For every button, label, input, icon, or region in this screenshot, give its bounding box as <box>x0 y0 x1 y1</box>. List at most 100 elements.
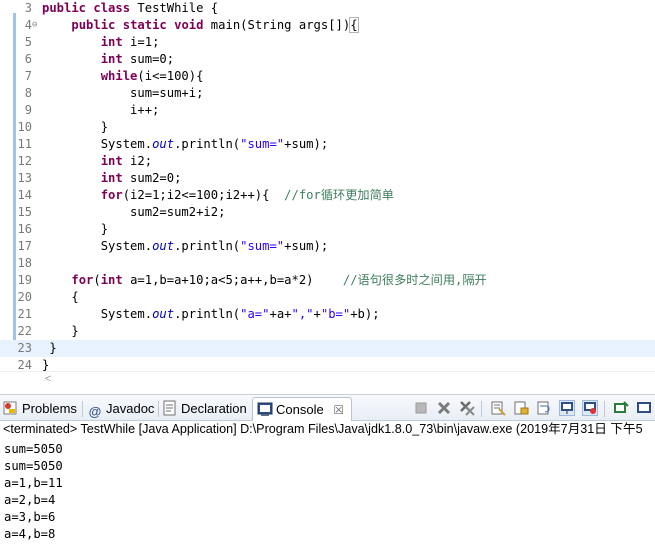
console-output[interactable]: sum=5050 sum=5050 a=1,b=11 a=2,b=4 a=3,b=6 a=… <box>0 440 655 551</box>
code-text[interactable]: sum=sum+i; <box>42 85 203 102</box>
code-line[interactable]: 15 sum2=sum2+i2; <box>0 204 655 221</box>
code-text[interactable]: } <box>42 119 108 136</box>
code-line[interactable]: 8 sum=sum+i; <box>0 85 655 102</box>
tab-declaration[interactable]: Declaration <box>162 397 247 421</box>
line-number: 23 <box>17 341 32 355</box>
console-output-line: sum=5050 <box>4 442 63 456</box>
code-text[interactable]: } <box>42 340 56 357</box>
line-number: 11 <box>17 137 32 151</box>
code-line[interactable]: 12 int i2; <box>0 153 655 170</box>
console-icon <box>257 401 273 417</box>
toolbar-divider <box>481 401 482 417</box>
code-text[interactable]: int i2; <box>42 153 152 170</box>
code-line[interactable]: 19 for(int a=1,b=a+10;a<5;a++,b=a*2) //语… <box>0 272 655 289</box>
line-number: 3 <box>24 1 32 15</box>
code-text[interactable]: } <box>42 323 78 340</box>
code-line[interactable]: 11 System.out.println("sum="+sum); <box>0 136 655 153</box>
line-number: 4 <box>24 18 32 32</box>
code-text[interactable]: while(i<=100){ <box>42 68 204 85</box>
code-line[interactable]: 22 } <box>0 323 655 340</box>
code-line[interactable]: 16 } <box>0 221 655 238</box>
line-number: 8 <box>24 86 32 100</box>
line-number: 13 <box>17 171 32 185</box>
code-line[interactable]: 18 <box>0 255 655 272</box>
javadoc-icon: @ <box>88 404 102 419</box>
code-text[interactable]: public static void main(String args[]){ <box>42 17 359 34</box>
code-line[interactable]: 13 int sum2=0; <box>0 170 655 187</box>
code-line[interactable]: 5 int i=1; <box>0 34 655 51</box>
tab-problems-label: Problems <box>22 401 77 416</box>
code-text[interactable]: System.out.println("sum="+sum); <box>42 238 329 255</box>
scroll-left-arrow-icon[interactable]: < <box>45 373 51 385</box>
show-on-stdout-icon[interactable] <box>559 400 575 416</box>
line-number: 14 <box>17 188 32 202</box>
tab-javadoc[interactable]: @ Javadoc <box>87 397 155 421</box>
code-text[interactable]: int sum2=0; <box>42 170 182 187</box>
code-text[interactable]: { <box>42 289 78 306</box>
line-number: 15 <box>17 205 32 219</box>
line-number: 5 <box>24 35 32 49</box>
line-number: 10 <box>17 120 32 134</box>
line-number: 18 <box>17 256 32 270</box>
line-number: 20 <box>17 290 32 304</box>
code-line[interactable]: 21 System.out.println("a="+a+","+"b="+b)… <box>0 306 655 323</box>
line-number: 17 <box>17 239 32 253</box>
code-text[interactable]: int i=1; <box>42 34 160 51</box>
code-line[interactable]: 7 while(i<=100){ <box>0 68 655 85</box>
fold-collapse-icon[interactable]: ⊖ <box>32 17 42 34</box>
remove-all-terminated-icon[interactable] <box>459 400 475 416</box>
tab-divider <box>158 401 159 417</box>
terminate-icon[interactable] <box>413 400 429 416</box>
line-number: 12 <box>17 154 32 168</box>
code-text[interactable]: System.out.println("a="+a+","+"b="+b); <box>42 306 380 323</box>
code-line[interactable]: 6 int sum=0; <box>0 51 655 68</box>
code-line[interactable]: 4 ⊖ public static void main(String args[]… <box>0 17 655 34</box>
scroll-lock-icon[interactable] <box>513 400 529 416</box>
line-number: 19 <box>17 273 32 287</box>
console-output-line: a=2,b=4 <box>4 493 56 507</box>
line-number: 16 <box>17 222 32 236</box>
code-text[interactable]: for(i2=1;i2<=100;i2++){ //for循环更加简单 <box>42 187 394 204</box>
tab-console-label: Console <box>276 402 324 417</box>
view-tab-bar: Problems @ Javadoc Declaration Console ☒ <box>0 394 655 422</box>
pin-console-icon[interactable] <box>613 400 629 416</box>
line-number: 22 <box>17 324 32 338</box>
line-number: 6 <box>24 52 32 66</box>
tab-divider <box>82 401 83 417</box>
code-line[interactable]: 20 { <box>0 289 655 306</box>
code-editor[interactable]: 3 public class TestWhile {4 ⊖ public stati… <box>0 0 655 374</box>
clear-console-icon[interactable] <box>490 400 506 416</box>
line-number: 21 <box>17 307 32 321</box>
code-line[interactable]: 23 } <box>0 340 655 357</box>
code-line[interactable]: 14 for(i2=1;i2<=100;i2++){ //for循环更加简单 <box>0 187 655 204</box>
editor-horizontal-scrollbar[interactable]: < <box>0 371 655 388</box>
tab-javadoc-label: Javadoc <box>106 401 155 416</box>
console-output-line: a=4,b=8 <box>4 527 56 541</box>
code-text[interactable]: i++; <box>42 102 159 119</box>
code-line[interactable]: 3 public class TestWhile { <box>0 0 655 17</box>
console-output-line: a=1,b=11 <box>4 476 63 490</box>
code-text[interactable]: for(int a=1,b=a+10;a<5;a++,b=a*2) //语句很多… <box>42 272 486 289</box>
code-text[interactable]: sum2=sum2+i2; <box>42 204 225 221</box>
show-on-stderr-icon[interactable] <box>582 400 598 416</box>
console-output-line: sum=5050 <box>4 459 63 473</box>
line-number: 9 <box>24 103 32 117</box>
code-text[interactable]: int sum=0; <box>42 51 174 68</box>
line-number: 7 <box>24 69 32 83</box>
code-text[interactable]: System.out.println("sum="+sum); <box>42 136 329 153</box>
display-selected-console-icon[interactable] <box>636 400 652 416</box>
tab-console[interactable]: Console ☒ <box>252 397 352 422</box>
declaration-icon <box>162 400 178 416</box>
code-text[interactable]: } <box>42 221 108 238</box>
code-line[interactable]: 17 System.out.println("sum="+sum); <box>0 238 655 255</box>
console-output-line: a=3,b=6 <box>4 510 56 524</box>
console-launch-description: <terminated> TestWhile [Java Application… <box>0 421 655 439</box>
code-line[interactable]: 9 i++; <box>0 102 655 119</box>
remove-launch-icon[interactable] <box>436 400 452 416</box>
tab-declaration-label: Declaration <box>181 401 247 416</box>
word-wrap-icon[interactable] <box>536 400 552 416</box>
code-line[interactable]: 10 } <box>0 119 655 136</box>
code-text[interactable]: public class TestWhile { <box>42 0 218 17</box>
close-tab-icon[interactable]: ☒ <box>333 403 344 417</box>
tab-problems[interactable]: Problems <box>3 397 77 421</box>
